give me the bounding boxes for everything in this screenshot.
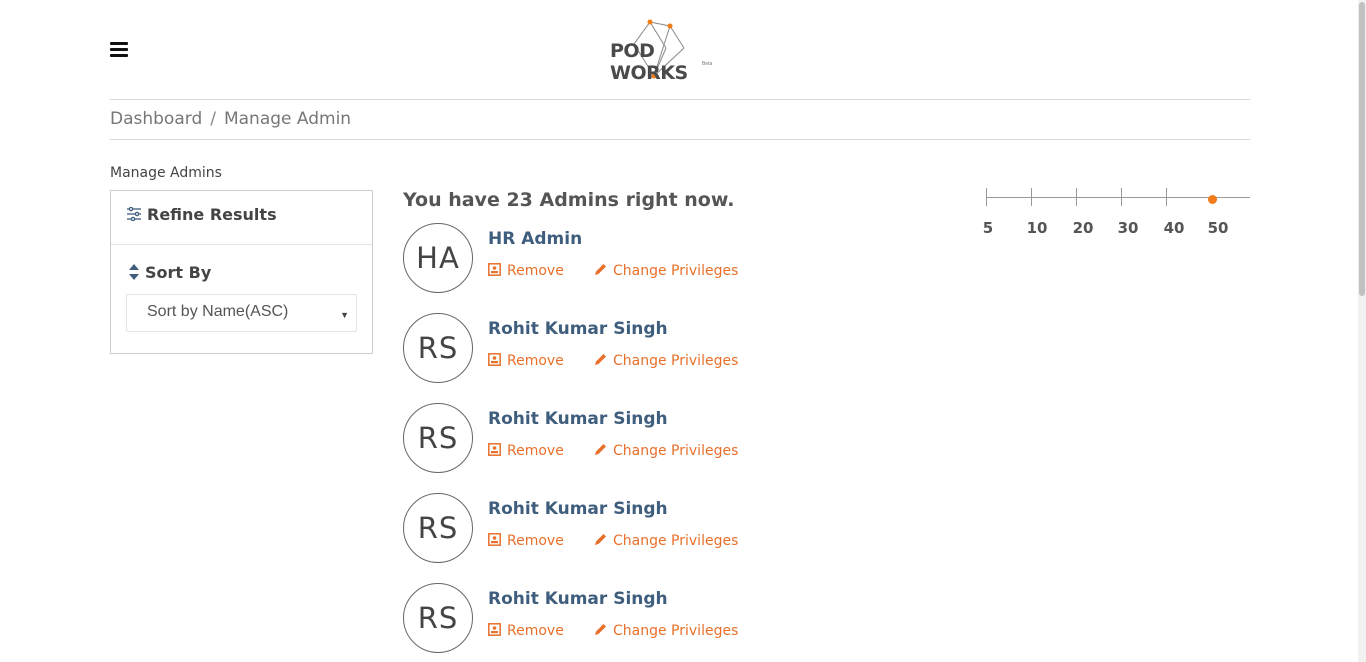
slider-label[interactable]: 30: [1118, 219, 1139, 237]
change-privileges-label: Change Privileges: [613, 533, 739, 549]
scrollbar-thumb[interactable]: [1359, 2, 1365, 296]
sort-icon: [129, 264, 139, 280]
remove-icon: [488, 533, 507, 549]
slider-label[interactable]: 40: [1164, 219, 1185, 237]
remove-button[interactable]: Remove: [488, 623, 564, 639]
avatar[interactable]: RS: [403, 403, 473, 473]
slider-tick: [1076, 188, 1077, 206]
avatar[interactable]: HA: [403, 223, 473, 293]
slider-tick: [986, 188, 987, 206]
logo-beta-badge: Beta: [702, 61, 713, 67]
admin-name[interactable]: Rohit Kumar Singh: [488, 499, 668, 519]
pencil-icon: [594, 443, 613, 459]
change-privileges-button[interactable]: Change Privileges: [594, 443, 738, 459]
refine-results-header: Refine Results: [111, 191, 372, 245]
breadcrumb: Dashboard / Manage Admin: [110, 109, 351, 129]
sort-by-label: Sort By: [111, 245, 372, 282]
change-privileges-button[interactable]: Change Privileges: [594, 623, 738, 639]
avatar[interactable]: RS: [403, 583, 473, 653]
remove-label: Remove: [507, 533, 564, 549]
slider-label[interactable]: 10: [1027, 219, 1048, 237]
hamburger-icon: [110, 42, 128, 45]
admin-name[interactable]: HR Admin: [488, 229, 582, 249]
slider-label-selected[interactable]: 50: [1208, 219, 1229, 237]
slider-tick: [1166, 188, 1167, 206]
slider-tick: [1031, 188, 1032, 206]
admin-row: RS Rohit Kumar Singh Remove Change Privileg…: [403, 493, 903, 565]
change-privileges-button[interactable]: Change Privileges: [594, 263, 738, 279]
admin-name[interactable]: Rohit Kumar Singh: [488, 409, 668, 429]
remove-icon: [488, 263, 507, 279]
hamburger-menu-button[interactable]: [110, 42, 128, 58]
remove-icon: [488, 623, 507, 639]
remove-label: Remove: [507, 263, 564, 279]
section-label: Manage Admins: [110, 165, 222, 181]
refine-results-title: Refine Results: [147, 205, 277, 224]
admin-row: RS Rohit Kumar Singh Remove Change Privileg…: [403, 403, 903, 475]
change-privileges-button[interactable]: Change Privileges: [594, 533, 738, 549]
header-divider: [110, 99, 1250, 100]
pencil-icon: [594, 533, 613, 549]
sliders-icon: [126, 206, 142, 222]
remove-icon: [488, 443, 507, 459]
breadcrumb-dashboard-link[interactable]: Dashboard: [110, 109, 202, 129]
page-size-slider[interactable]: 5 10 20 30 40 50: [983, 186, 1250, 237]
pencil-icon: [594, 263, 613, 279]
remove-label: Remove: [507, 443, 564, 459]
change-privileges-label: Change Privileges: [613, 263, 739, 279]
avatar[interactable]: RS: [403, 313, 473, 383]
remove-icon: [488, 353, 507, 369]
hamburger-icon-line: [110, 54, 128, 57]
remove-button[interactable]: Remove: [488, 533, 564, 549]
breadcrumb-divider: [110, 139, 1250, 140]
caret-down-icon: ▼: [340, 310, 349, 320]
refine-results-panel: Refine Results Sort By Sort by Name(ASC)…: [110, 190, 373, 354]
breadcrumb-current: Manage Admin: [223, 109, 352, 129]
slider-label[interactable]: 5: [983, 219, 993, 237]
change-privileges-label: Change Privileges: [613, 623, 739, 639]
sort-by-text: Sort By: [145, 263, 212, 282]
sort-select-value: Sort by Name(ASC): [147, 303, 289, 320]
change-privileges-label: Change Privileges: [613, 443, 739, 459]
remove-button[interactable]: Remove: [488, 353, 564, 369]
admin-row: RS Rohit Kumar Singh Remove Change Privileg…: [403, 313, 903, 385]
pencil-icon: [594, 353, 613, 369]
admin-name[interactable]: Rohit Kumar Singh: [488, 319, 668, 339]
slider-tick: [1121, 188, 1122, 206]
page-scrollbar[interactable]: [1358, 0, 1366, 662]
podworks-logo[interactable]: POD WORKS Beta: [606, 18, 722, 84]
admin-count-title: You have 23 Admins right now.: [403, 189, 735, 211]
slider-label[interactable]: 20: [1073, 219, 1094, 237]
remove-label: Remove: [507, 623, 564, 639]
hamburger-icon-line: [110, 48, 128, 51]
remove-label: Remove: [507, 353, 564, 369]
avatar[interactable]: RS: [403, 493, 473, 563]
change-privileges-label: Change Privileges: [613, 353, 739, 369]
admin-row: HA HR Admin Remove Change Privileges: [403, 223, 903, 295]
slider-knob[interactable]: [1208, 195, 1217, 204]
breadcrumb-separator: /: [210, 109, 216, 129]
sort-select[interactable]: Sort by Name(ASC) ▼: [126, 294, 357, 332]
admin-row: RS Rohit Kumar Singh Remove Change Privileg…: [403, 583, 903, 655]
admin-name[interactable]: Rohit Kumar Singh: [488, 589, 668, 609]
pencil-icon: [594, 623, 613, 639]
remove-button[interactable]: Remove: [488, 443, 564, 459]
remove-button[interactable]: Remove: [488, 263, 564, 279]
change-privileges-button[interactable]: Change Privileges: [594, 353, 738, 369]
